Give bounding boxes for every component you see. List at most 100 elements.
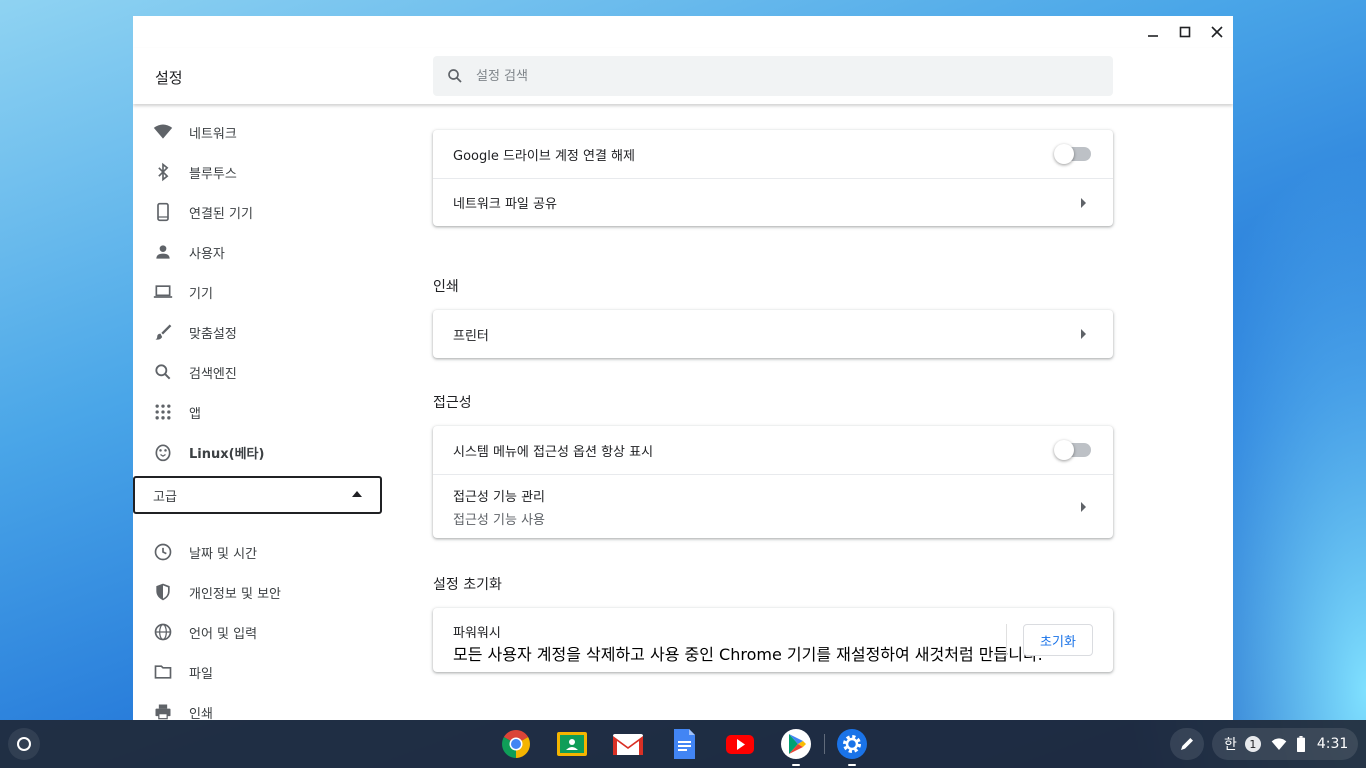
chevron-right-icon <box>1081 329 1086 339</box>
main-content: Google 드라이브 계정 연결 해제 네트워크 파일 공유 인쇄 프린터 접… <box>433 104 1113 720</box>
row-label: 프린터 <box>453 328 489 344</box>
printing-card: 프린터 <box>433 310 1113 358</box>
sidebar-item-label: 네트워크 <box>189 126 237 142</box>
a11y-menu-row[interactable]: 시스템 메뉴에 접근성 옵션 항상 표시 <box>433 426 1113 474</box>
arrow-up-icon <box>352 491 362 497</box>
a11y-menu-toggle[interactable] <box>1054 440 1091 460</box>
laptop-icon <box>153 282 173 302</box>
sidebar-item-people[interactable]: 사용자 <box>133 232 383 272</box>
printer-icon <box>153 702 173 720</box>
sidebar-item-printing[interactable]: 인쇄 <box>133 692 383 720</box>
manage-a11y-row[interactable]: 접근성 기능 관리 접근성 기능 사용 <box>433 474 1113 538</box>
search-icon <box>153 362 173 382</box>
close-icon <box>1211 26 1223 38</box>
bluetooth-icon <box>153 162 173 182</box>
running-indicator <box>792 764 800 766</box>
settings-window: 설정 네트워크 블루투스 연결된 기기 사용자 기기 맞춤설정 <box>133 16 1233 720</box>
advanced-toggle[interactable]: 고급 <box>133 476 382 514</box>
section-title-accessibility: 접근성 <box>433 395 472 411</box>
running-indicator <box>848 764 856 766</box>
play-store-icon[interactable] <box>780 728 812 766</box>
maximize-icon <box>1179 26 1191 38</box>
sidebar-item-label: 연결된 기기 <box>189 206 253 222</box>
shelf-separator <box>824 734 825 754</box>
section-title-printing: 인쇄 <box>433 279 459 295</box>
sidebar-item-label: 앱 <box>189 406 201 422</box>
launcher-circle-icon <box>17 737 31 751</box>
sidebar-item-date-time[interactable]: 날짜 및 시간 <box>133 532 383 572</box>
sidebar-item-label: 언어 및 입력 <box>189 626 258 642</box>
row-label: 접근성 기능 관리 <box>453 489 545 505</box>
sidebar-item-device[interactable]: 기기 <box>133 272 383 312</box>
sidebar-item-label: Linux(베타) <box>189 446 265 462</box>
search-icon <box>448 69 462 83</box>
sidebar-item-label: 맞춤설정 <box>189 326 237 342</box>
sidebar-item-label: 개인정보 및 보안 <box>189 586 281 602</box>
classroom-icon[interactable] <box>556 728 588 760</box>
settings-header: 설정 <box>133 48 1233 104</box>
minimize-icon <box>1148 35 1158 37</box>
battery-icon <box>1296 736 1305 752</box>
sidebar-item-files[interactable]: 파일 <box>133 652 383 692</box>
sidebar-item-label: 파일 <box>189 666 213 682</box>
chrome-icon[interactable] <box>500 728 532 760</box>
person-icon <box>153 242 173 262</box>
docs-icon[interactable] <box>668 728 700 760</box>
sidebar-item-connected-devices[interactable]: 연결된 기기 <box>133 192 383 232</box>
close-button[interactable] <box>1203 22 1231 42</box>
page-title: 설정 <box>155 69 183 87</box>
accessibility-card: 시스템 메뉴에 접근성 옵션 항상 표시 접근성 기능 관리 접근성 기능 사용 <box>433 426 1113 538</box>
shelf: 한 1 4:31 <box>0 720 1366 768</box>
maximize-button[interactable] <box>1171 22 1199 42</box>
launcher-button[interactable] <box>8 728 40 760</box>
sidebar-item-label: 기기 <box>189 286 213 302</box>
globe-icon <box>153 622 173 642</box>
printers-row[interactable]: 프린터 <box>433 310 1113 358</box>
settings-icon[interactable] <box>836 728 868 766</box>
stylus-tools-button[interactable] <box>1170 728 1204 760</box>
sidebar-item-label: 블루투스 <box>189 166 237 182</box>
powerwash-description: 모든 사용자 계정을 삭제하고 사용 중인 Chrome 기기를 재설정하여 새… <box>453 645 1043 664</box>
sidebar-item-label: 사용자 <box>189 246 225 262</box>
files-card: Google 드라이브 계정 연결 해제 네트워크 파일 공유 <box>433 130 1113 226</box>
sidebar-item-network[interactable]: 네트워크 <box>133 112 383 152</box>
search-input[interactable] <box>476 68 1076 84</box>
sidebar-item-label: 검색엔진 <box>189 366 237 382</box>
row-label: 네트워크 파일 공유 <box>453 197 557 212</box>
gmail-icon[interactable] <box>612 728 644 760</box>
sidebar-item-apps[interactable]: 앱 <box>133 392 383 432</box>
folder-icon <box>153 662 173 682</box>
chevron-right-icon <box>1081 501 1086 512</box>
drive-disconnect-toggle[interactable] <box>1054 144 1091 164</box>
wifi-icon <box>1271 738 1287 750</box>
sidebar-item-personalization[interactable]: 맞춤설정 <box>133 312 383 352</box>
advanced-label: 고급 <box>153 489 177 505</box>
notification-badge: 1 <box>1244 736 1261 752</box>
chevron-right-icon <box>1081 197 1086 208</box>
sidebar-item-languages[interactable]: 언어 및 입력 <box>133 612 383 652</box>
row-label: 시스템 메뉴에 접근성 옵션 항상 표시 <box>453 444 654 460</box>
penguin-icon <box>153 442 173 462</box>
reset-button[interactable]: 초기화 <box>1023 624 1093 656</box>
brush-icon <box>153 322 173 342</box>
clock-time: 4:31 <box>1316 736 1349 752</box>
minimize-button[interactable] <box>1139 22 1167 42</box>
search-box[interactable] <box>433 56 1113 96</box>
sidebar-item-search-engine[interactable]: 검색엔진 <box>133 352 383 392</box>
network-file-share-row[interactable]: 네트워크 파일 공유 <box>433 178 1113 226</box>
sidebar-item-linux[interactable]: Linux(베타) <box>133 432 383 472</box>
shield-icon <box>153 582 173 602</box>
row-label: Google 드라이브 계정 연결 해제 <box>453 148 635 164</box>
clock-icon <box>153 542 173 562</box>
powerwash-text: 파워워시 모든 사용자 계정을 삭제하고 사용 중인 Chrome 기기를 재설… <box>453 622 1043 665</box>
sidebar-item-bluetooth[interactable]: 블루투스 <box>133 152 383 192</box>
divider <box>1006 624 1007 656</box>
youtube-icon[interactable] <box>724 728 756 760</box>
sidebar: 네트워크 블루투스 연결된 기기 사용자 기기 맞춤설정 검색엔진 앱 Linu… <box>133 104 393 720</box>
ime-indicator: 한 <box>1224 737 1237 753</box>
drive-disconnect-row[interactable]: Google 드라이브 계정 연결 해제 <box>433 130 1113 178</box>
sidebar-item-privacy[interactable]: 개인정보 및 보안 <box>133 572 383 612</box>
sidebar-item-label: 날짜 및 시간 <box>189 546 258 562</box>
status-tray[interactable]: 한 1 4:31 <box>1212 728 1358 760</box>
reset-card: 파워워시 모든 사용자 계정을 삭제하고 사용 중인 Chrome 기기를 재설… <box>433 608 1113 672</box>
